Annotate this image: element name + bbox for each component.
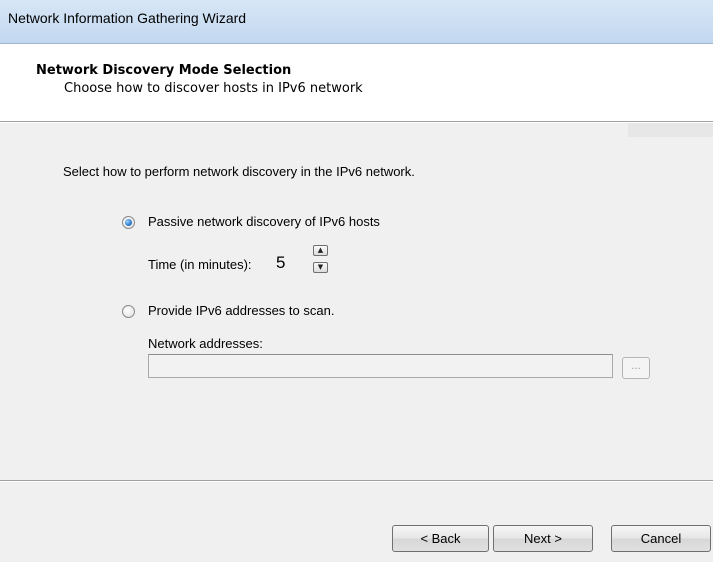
- arrow-down-icon: ▼: [317, 263, 324, 271]
- next-button[interactable]: Next >: [493, 525, 593, 552]
- time-down-button[interactable]: ▼: [313, 262, 328, 273]
- page-subtitle: Choose how to discover hosts in IPv6 net…: [64, 81, 363, 96]
- window-title: Network Information Gathering Wizard: [8, 10, 247, 26]
- browse-button[interactable]: ...: [622, 357, 650, 379]
- wizard-header: Network Discovery Mode Selection Choose …: [0, 44, 713, 122]
- cancel-button[interactable]: Cancel: [611, 525, 711, 552]
- passive-discovery-label[interactable]: Passive network discovery of IPv6 hosts: [148, 214, 380, 229]
- time-value-field[interactable]: 5: [276, 253, 285, 273]
- title-bar[interactable]: Network Information Gathering Wizard: [0, 0, 713, 44]
- wizard-content: Select how to perform network discovery …: [0, 123, 713, 480]
- provide-addresses-label[interactable]: Provide IPv6 addresses to scan.: [148, 303, 334, 318]
- provide-addresses-radio[interactable]: [122, 305, 135, 318]
- back-button[interactable]: < Back: [392, 525, 489, 552]
- wizard-footer: < Back Next > Cancel: [0, 480, 713, 562]
- time-label: Time (in minutes):: [148, 257, 252, 272]
- footer-separator: [0, 480, 713, 482]
- page-title: Network Discovery Mode Selection: [36, 63, 292, 78]
- arrow-up-icon: ▲: [317, 246, 324, 254]
- time-up-button[interactable]: ▲: [313, 245, 328, 256]
- network-addresses-input[interactable]: [148, 354, 613, 378]
- wizard-window: Network Information Gathering Wizard Net…: [0, 0, 713, 562]
- passive-discovery-radio[interactable]: [122, 216, 135, 229]
- header-shadow-strip: [628, 123, 713, 137]
- instruction-text: Select how to perform network discovery …: [63, 164, 415, 179]
- network-addresses-label: Network addresses:: [148, 336, 263, 351]
